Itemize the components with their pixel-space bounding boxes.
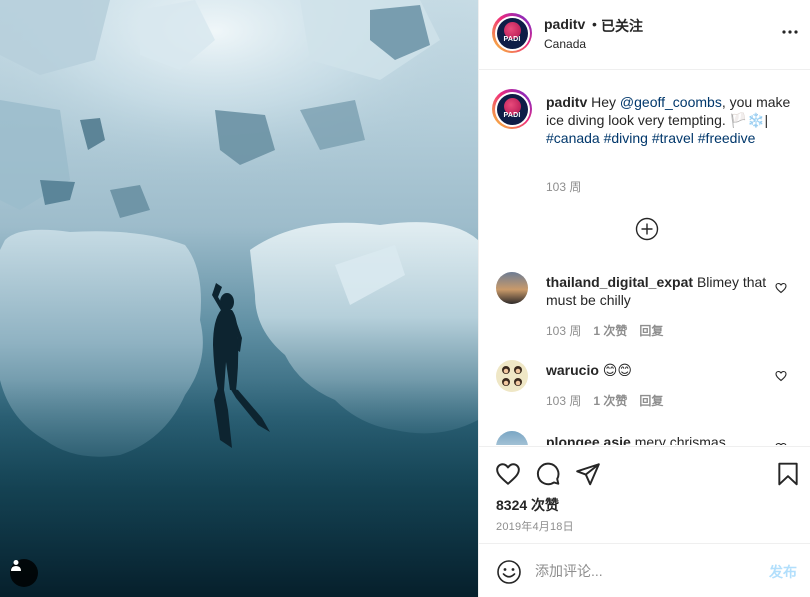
post-photo[interactable] [0, 0, 478, 597]
caption-avatar[interactable]: PADI [492, 89, 532, 129]
comment-text-block: plongee.asie mery chrismas [546, 433, 771, 445]
separator-dot: • [592, 16, 597, 32]
emoji-icon[interactable] [496, 559, 522, 585]
user-tag-icon[interactable] [10, 559, 38, 587]
heart-icon[interactable] [495, 461, 521, 487]
reply-button[interactable]: 回复 [639, 324, 663, 338]
reply-button[interactable]: 回复 [639, 394, 663, 408]
comment-text-block: warucio 😊😊 [546, 361, 771, 379]
comment-item: thailand_digital_expat Blimey that must … [479, 267, 810, 339]
caption-mention[interactable]: @geoff_coombs [620, 94, 722, 110]
post-username[interactable]: paditv [544, 16, 585, 32]
comment-time[interactable]: 103 周 [546, 394, 581, 408]
comment-input[interactable] [535, 559, 755, 583]
comment-text-block: thailand_digital_expat Blimey that must … [546, 273, 771, 309]
add-comment-bar: 发布 [479, 543, 810, 597]
comment-time[interactable]: 103 周 [546, 324, 581, 338]
comment-meta: 103 周 1 次赞 回复 [546, 322, 675, 339]
comment-likes[interactable]: 1 次赞 [593, 394, 627, 408]
comment-icon[interactable] [535, 461, 561, 487]
avatar[interactable]: PADI [492, 13, 532, 53]
avatar[interactable] [496, 272, 528, 304]
bookmark-icon[interactable] [775, 461, 801, 487]
caption-username[interactable]: paditv [546, 94, 587, 110]
action-bar: 8324 次赞 2019年4月18日 [479, 446, 810, 554]
post-date[interactable]: 2019年4月18日 [496, 518, 574, 534]
caption-hashtags[interactable]: #canada #diving #travel #freedive [546, 130, 755, 146]
post-location[interactable]: Canada [544, 37, 586, 51]
comment-text: 😊😊 [602, 362, 632, 378]
comment-username[interactable]: thailand_digital_expat [546, 274, 693, 290]
avatar[interactable] [496, 431, 528, 445]
likes-count[interactable]: 8324 次赞 [496, 495, 559, 515]
comment-username[interactable]: warucio [546, 362, 599, 378]
caption-time[interactable]: 103 周 [546, 178, 581, 195]
post-details-panel: PADI paditv • 已关注 Canada PADI paditv Hey… [478, 0, 810, 597]
heart-icon[interactable] [775, 441, 787, 445]
paper-plane-icon[interactable] [575, 461, 601, 487]
plus-circle-icon[interactable] [635, 217, 659, 241]
comment-item: warucio 😊😊 103 周 1 次赞 回复 [479, 355, 810, 415]
comment-username[interactable]: plongee.asie [546, 434, 631, 445]
caption-text-before: Hey [591, 94, 620, 110]
ice-diving-image [0, 0, 478, 597]
comments-list[interactable]: PADI paditv Hey @geoff_coombs, you make … [479, 71, 810, 445]
comment-likes[interactable]: 1 次赞 [593, 324, 627, 338]
heart-icon[interactable] [775, 369, 787, 382]
post-header: PADI paditv • 已关注 Canada [479, 0, 810, 70]
comment-item: plongee.asie mery chrismas [479, 427, 810, 445]
heart-icon[interactable] [775, 281, 787, 294]
post-comment-button[interactable]: 发布 [769, 562, 797, 582]
comment-text: mery chrismas [634, 434, 726, 445]
follow-status-button[interactable]: 已关注 [601, 16, 643, 36]
avatar[interactable] [496, 360, 528, 392]
comment-meta: 103 周 1 次赞 回复 [546, 392, 675, 409]
post-caption: paditv Hey @geoff_coombs, you make ice d… [546, 93, 796, 147]
more-options-icon[interactable] [779, 25, 801, 39]
